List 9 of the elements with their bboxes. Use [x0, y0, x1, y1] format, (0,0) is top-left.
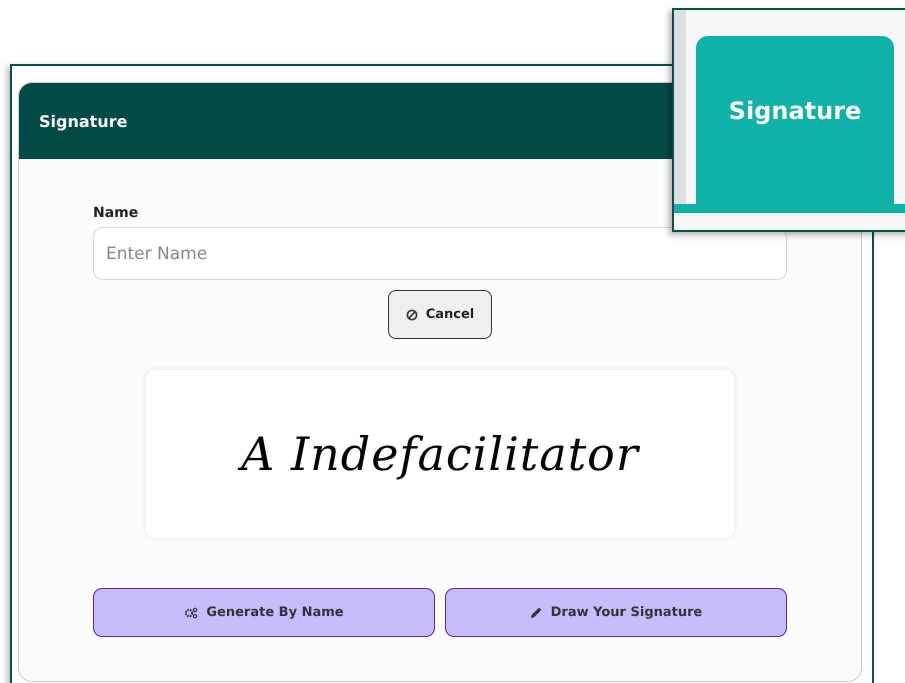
name-input-field[interactable]: Enter Name [93, 227, 787, 280]
action-button[interactable]: Generate By Name [93, 588, 435, 637]
prohibited-icon [406, 308, 418, 320]
field-label: Name [93, 205, 138, 221]
action-button[interactable]: Draw Your Signature [445, 588, 787, 637]
dialog-title: Signature [39, 112, 128, 130]
gears-icon [184, 606, 198, 618]
cancel-button[interactable]: Cancel [388, 290, 492, 339]
pencil-icon [530, 606, 543, 619]
